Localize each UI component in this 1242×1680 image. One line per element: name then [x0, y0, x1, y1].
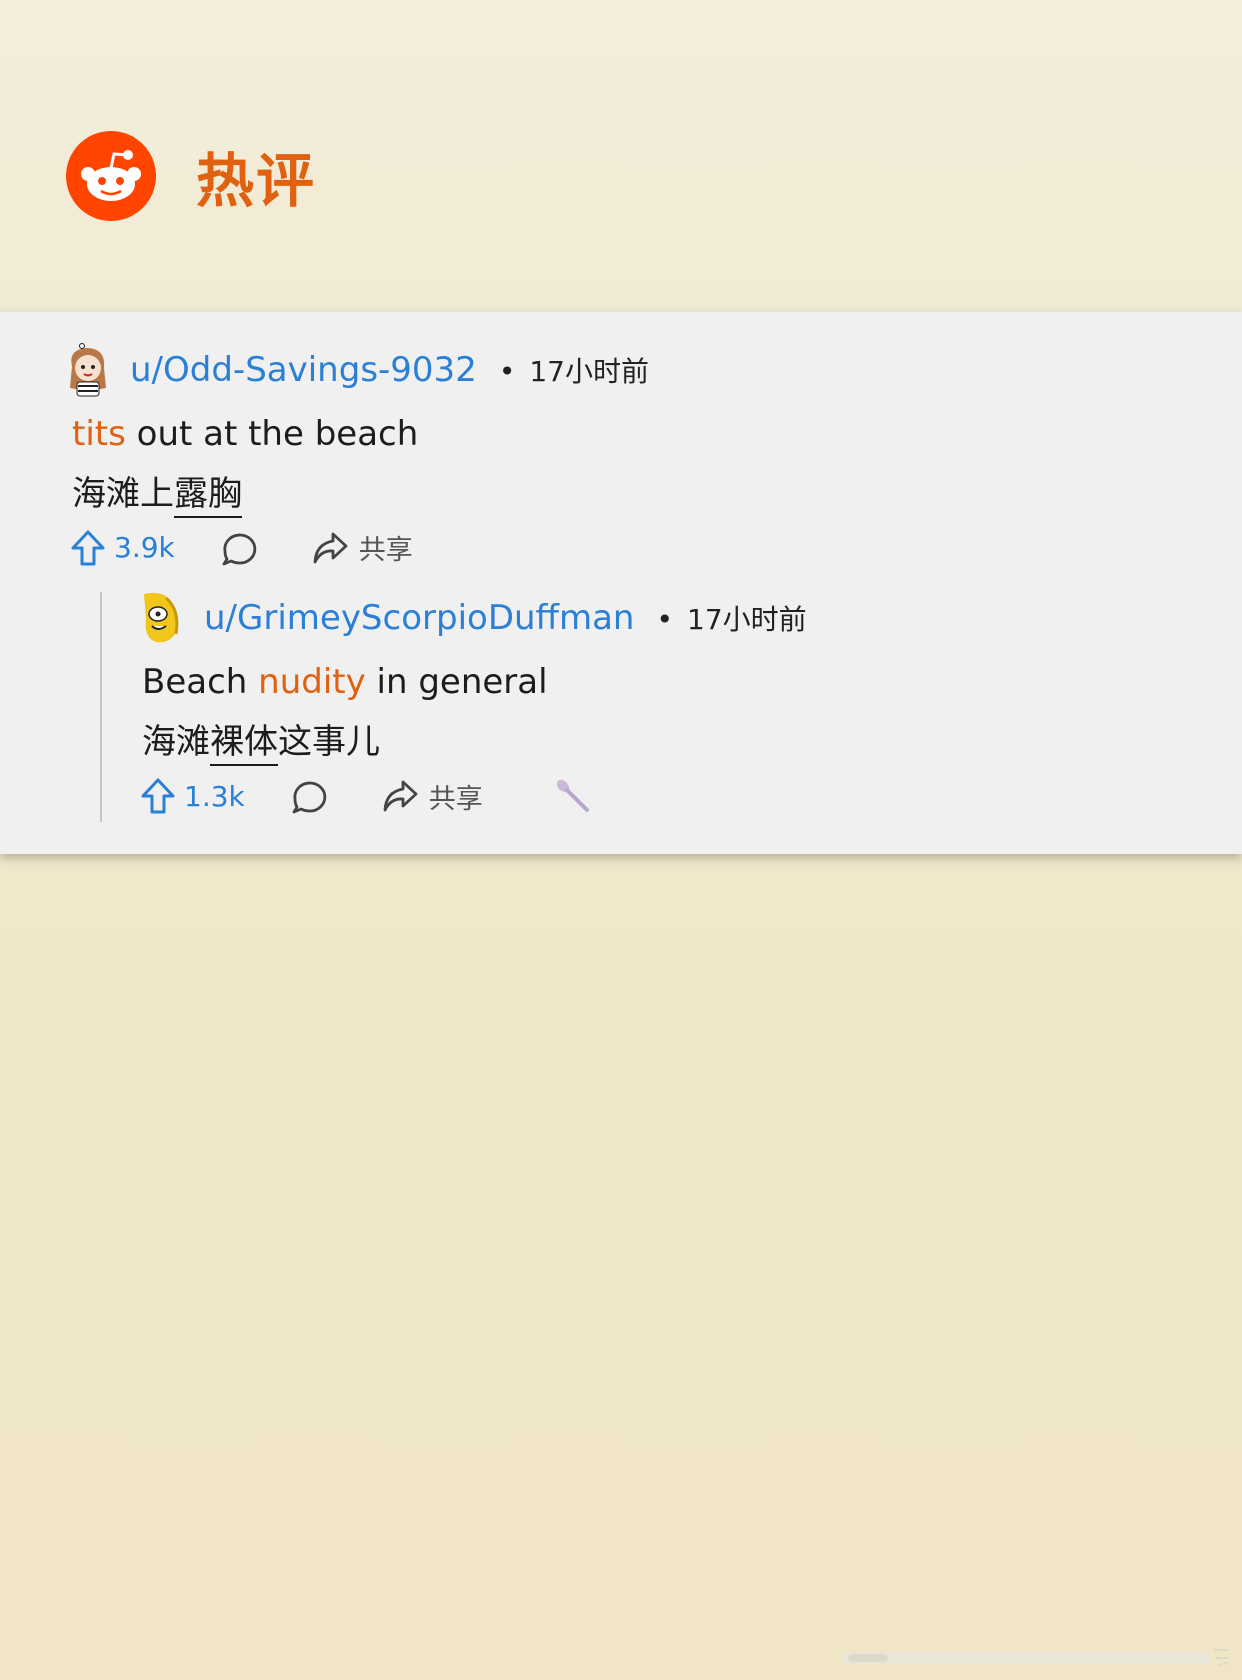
user-avatar-icon[interactable] [62, 342, 114, 398]
spoon-award-icon [556, 779, 589, 812]
thread-line[interactable] [100, 592, 102, 822]
comment-header: u/GrimeyScorpioDuffman • 17小时前 [136, 590, 807, 646]
comment-text-en: Beach nudity in general [142, 662, 548, 702]
upvote-arrow-icon [141, 778, 175, 814]
comment-actions: 1.3k 共享 [140, 776, 591, 816]
meta-separator: • [656, 603, 673, 636]
text-after: 这事儿 [278, 722, 380, 762]
comment-text-zh: 海滩裸体这事儿 [142, 714, 380, 766]
text-before: 海滩 [142, 722, 210, 762]
award-button[interactable] [553, 776, 591, 816]
reply-button[interactable] [219, 529, 257, 567]
underlined-word: 裸体 [210, 722, 278, 766]
watermark-icon [842, 1649, 1229, 1667]
comment-text-zh: 海滩上露胸 [72, 466, 242, 518]
page-header: 热评 [66, 131, 316, 221]
upvote-count: 1.3k [184, 779, 245, 813]
username-link[interactable]: u/GrimeyScorpioDuffman [204, 598, 634, 638]
meta-separator: • [498, 355, 516, 388]
comment-meta: • 17小时前 [499, 350, 649, 390]
reddit-logo-icon [66, 131, 156, 221]
underlined-word: 露胸 [174, 474, 242, 518]
comment-text-en: tits out at the beach [72, 414, 418, 454]
text-after: in general [365, 662, 548, 702]
upvote-button[interactable]: 3.9k [70, 529, 175, 567]
text-before: Beach [142, 662, 259, 702]
username-link[interactable]: u/Odd-Savings-9032 [130, 350, 477, 390]
user-avatar-icon[interactable] [136, 590, 188, 646]
comment-bubble-icon [222, 533, 256, 565]
upvote-arrow-icon [71, 530, 105, 565]
comment-bubble-icon [292, 781, 326, 814]
comment-time: 17小时前 [529, 355, 649, 388]
comment-time: 17小时前 [687, 603, 807, 636]
comment-card: u/Odd-Savings-9032 • 17小时前 tits out at th… [0, 312, 1242, 854]
highlight-word: nudity [258, 662, 366, 702]
share-button[interactable]: 共享 [381, 777, 483, 816]
highlight-word: tits [72, 414, 126, 454]
text-rest: out at the beach [125, 414, 419, 454]
upvote-count: 3.9k [114, 531, 175, 564]
share-label: 共享 [358, 535, 413, 566]
text-before: 海滩上 [72, 474, 174, 514]
comment-meta: • 17小时前 [656, 598, 806, 638]
share-button[interactable]: 共享 [311, 528, 413, 567]
share-arrow-icon [383, 780, 418, 812]
share-label: 共享 [428, 783, 483, 815]
comment-actions: 3.9k 共享 [70, 528, 413, 567]
upvote-button[interactable]: 1.3k [140, 777, 245, 815]
comment-header: u/Odd-Savings-9032 • 17小时前 [62, 342, 649, 398]
reply-button[interactable] [289, 777, 327, 815]
page-title: 热评 [196, 147, 317, 215]
share-arrow-icon [313, 532, 348, 563]
